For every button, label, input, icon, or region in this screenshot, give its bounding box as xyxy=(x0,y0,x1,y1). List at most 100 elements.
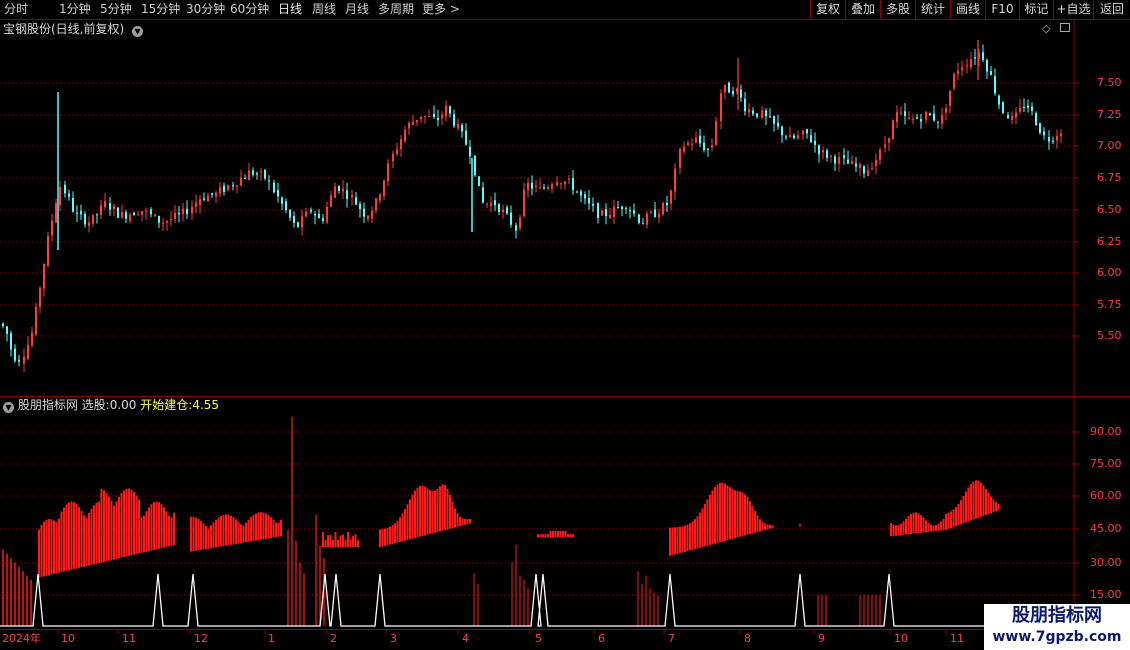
candle-body xyxy=(367,215,369,220)
candle-body xyxy=(453,114,455,126)
candle-body xyxy=(818,145,820,155)
candle-body xyxy=(387,163,389,182)
indicator-bar xyxy=(55,522,58,574)
indicator-bar xyxy=(133,491,135,555)
candle-body xyxy=(297,222,299,227)
candle-body xyxy=(851,161,853,164)
indicator-bar xyxy=(100,488,103,563)
indicator-bar xyxy=(709,494,711,546)
candle-body xyxy=(584,194,586,199)
candle-body xyxy=(412,121,414,125)
candle-body xyxy=(506,207,508,214)
indicator-bar xyxy=(910,513,912,534)
candle-body xyxy=(100,205,102,215)
indicator-bar xyxy=(985,489,987,516)
candle-body xyxy=(396,149,398,155)
indicator-bar xyxy=(469,518,471,524)
candle-body xyxy=(199,199,201,205)
date-tick: 9 xyxy=(818,632,825,645)
indicator-value-1: 0.00 xyxy=(109,398,137,412)
indicator-bar xyxy=(384,528,386,546)
panel-icon[interactable] xyxy=(1060,23,1070,32)
indicator-bar xyxy=(103,490,105,562)
indicator-bar xyxy=(354,534,357,548)
candle-body xyxy=(925,111,927,120)
candle-body xyxy=(338,186,340,191)
candle-body xyxy=(998,95,1000,105)
indicator-bar xyxy=(411,494,414,539)
candle-body xyxy=(441,114,443,119)
candle-body xyxy=(195,202,197,207)
indicator-bar xyxy=(212,522,215,548)
candle-body xyxy=(191,206,193,214)
candle-body xyxy=(625,208,627,210)
indicator-bar xyxy=(754,511,756,533)
candle-body xyxy=(633,210,635,214)
chevron-down-icon[interactable]: ▼ xyxy=(132,26,144,37)
candle-body xyxy=(494,200,496,206)
date-tick: 2 xyxy=(330,632,337,645)
candle-body xyxy=(556,182,558,186)
indicator-spike-line xyxy=(0,573,1074,627)
indicator-bar xyxy=(337,539,339,548)
indicator-bar xyxy=(95,502,98,564)
candle-body xyxy=(986,59,988,72)
indicator-bar xyxy=(771,525,774,529)
indicator-bar xyxy=(339,535,342,548)
candle-body xyxy=(318,213,320,219)
candle-body xyxy=(580,191,582,196)
indicator-name: 股朋指标网 xyxy=(17,398,78,412)
indicator-bar xyxy=(756,515,759,533)
indicator-bar xyxy=(681,526,684,553)
candle-body xyxy=(64,184,66,194)
indicator-title[interactable]: ▼ 股朋指标网 选股:0.00 开始建仓:4.55 xyxy=(3,398,219,413)
candle-body xyxy=(166,221,168,223)
candle-body xyxy=(920,119,922,122)
candle-body xyxy=(994,76,996,94)
candle-body xyxy=(268,180,270,182)
indicator-bar xyxy=(726,485,729,541)
candle-body xyxy=(732,91,734,95)
indicator-tick: 30.00 xyxy=(1090,556,1122,569)
candle-body xyxy=(150,209,152,215)
diamond-icon[interactable]: ◇ xyxy=(1042,22,1050,35)
candle-body xyxy=(113,205,115,209)
chart-title[interactable]: 宝钢股份(日线,前复权) ▼ xyxy=(3,22,144,37)
indicator-bar xyxy=(173,512,175,546)
kline-chart[interactable] xyxy=(0,0,1130,650)
candle-body xyxy=(1015,112,1017,118)
indicator-bar xyxy=(128,488,130,556)
candle-body xyxy=(531,182,533,189)
indicator-bar xyxy=(68,502,70,571)
indicator-bar xyxy=(421,485,424,537)
indicator-bar xyxy=(972,481,975,520)
candle-body xyxy=(773,116,775,124)
candle-body xyxy=(227,185,229,190)
candle-body xyxy=(650,211,652,214)
chevron-down-icon[interactable]: ▼ xyxy=(3,402,14,413)
date-tick: 12 xyxy=(194,632,208,645)
indicator-bar xyxy=(73,502,75,570)
indicator-bar xyxy=(567,534,569,538)
candle-body xyxy=(109,203,111,210)
candle-body xyxy=(457,123,459,129)
candle-body xyxy=(957,70,959,74)
candle-body xyxy=(576,191,578,193)
candle-body xyxy=(806,128,808,134)
indicator-bar xyxy=(85,517,88,567)
candle-body xyxy=(609,215,611,219)
spike-line xyxy=(0,573,1074,627)
candle-body xyxy=(560,183,562,185)
candle-body xyxy=(371,210,373,219)
indicator-bar xyxy=(240,524,242,544)
candle-body xyxy=(834,156,836,164)
indicator-bar xyxy=(150,504,153,551)
indicator-bar xyxy=(165,511,168,547)
indicator-bar xyxy=(761,521,764,531)
candle-body xyxy=(375,198,377,211)
indicator-bar xyxy=(454,508,456,528)
indicator-bar xyxy=(125,488,128,557)
watermark-url: www.7gpzb.com xyxy=(992,629,1122,645)
candle-body xyxy=(621,206,623,210)
candle-body xyxy=(445,105,447,117)
